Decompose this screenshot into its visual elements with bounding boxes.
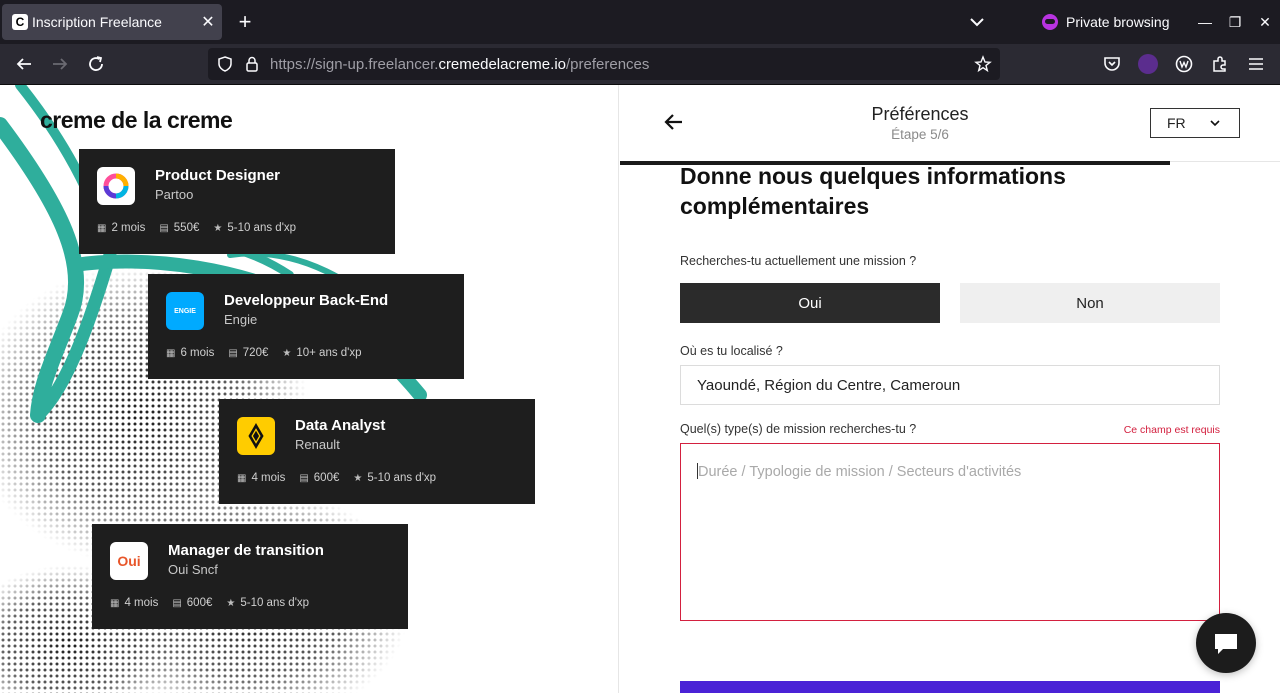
step-indicator: Étape 5/6 bbox=[891, 127, 949, 142]
mission-type-placeholder: Durée / Typologie de mission / Secteurs … bbox=[698, 464, 1022, 480]
card-company: Engie bbox=[224, 312, 258, 327]
card-meta: ▦ 4 mois ▤ 600€ ★ 5-10 ans d'xp bbox=[237, 472, 436, 484]
chevron-down-icon bbox=[1210, 120, 1220, 127]
star-icon: ★ bbox=[226, 597, 236, 609]
brand-logo[interactable]: creme de la creme bbox=[40, 107, 233, 134]
continue-button[interactable] bbox=[680, 681, 1220, 693]
chat-bubble-icon bbox=[1215, 634, 1237, 654]
hamburger-menu-icon[interactable] bbox=[1246, 54, 1266, 74]
browser-tab-bar: C Inscription Freelance ✕ + Private brow… bbox=[0, 0, 1280, 44]
card-rate: 600€ bbox=[313, 472, 340, 484]
mission-card: ENGIE Developpeur Back-End Engie ▦ 6 mois… bbox=[148, 274, 464, 379]
card-duration: 4 mois bbox=[124, 597, 159, 609]
card-duration: 6 mois bbox=[180, 347, 215, 359]
pocket-icon[interactable] bbox=[1102, 54, 1122, 74]
card-rate: 720€ bbox=[242, 347, 269, 359]
browser-nav-bar: https://sign-up.freelancer.cremedelacrem… bbox=[0, 44, 1280, 85]
private-browsing-indicator: Private browsing bbox=[1042, 12, 1170, 32]
calendar-icon: ▦ bbox=[166, 347, 176, 359]
mission-card: Product Designer Partoo ▦ 2 mois ▤ 550€ ★ 5… bbox=[79, 149, 395, 254]
tab-list-chevron-icon[interactable] bbox=[966, 12, 988, 32]
location-input[interactable]: Yaoundé, Région du Centre, Cameroun bbox=[680, 365, 1220, 405]
card-xp: 5-10 ans d'xp bbox=[227, 222, 297, 234]
renault-logo-icon bbox=[237, 417, 275, 455]
calendar-icon: ▦ bbox=[110, 597, 120, 609]
mission-card: Oui Manager de transition Oui Sncf ▦ 4 mo… bbox=[92, 524, 408, 629]
extension-purple-icon[interactable] bbox=[1138, 54, 1158, 74]
page-title: Préférences bbox=[871, 104, 969, 124]
showcase-panel: creme de la creme Product Designer Parto… bbox=[0, 85, 619, 693]
page-content: creme de la creme Product Designer Parto… bbox=[0, 85, 1280, 693]
private-browsing-label: Private browsing bbox=[1066, 14, 1170, 30]
yes-button[interactable]: Oui bbox=[680, 283, 940, 323]
forward-icon[interactable] bbox=[48, 52, 72, 76]
url-path: /preferences bbox=[566, 56, 650, 73]
site-favicon-icon: C bbox=[12, 14, 28, 30]
star-icon: ★ bbox=[353, 472, 363, 484]
card-company: Renault bbox=[295, 437, 340, 452]
url-host: cremedelacreme.io bbox=[438, 56, 566, 73]
star-icon: ★ bbox=[282, 347, 292, 359]
minimize-icon[interactable]: — bbox=[1193, 10, 1217, 34]
language-value: FR bbox=[1167, 115, 1186, 131]
oui-sncf-logo-icon: Oui bbox=[110, 542, 148, 580]
shield-icon[interactable] bbox=[216, 55, 234, 73]
card-title: Developpeur Back-End bbox=[224, 292, 389, 309]
card-title: Product Designer bbox=[155, 167, 281, 184]
lock-icon[interactable] bbox=[244, 55, 260, 73]
private-mask-icon bbox=[1042, 14, 1058, 30]
browser-tab[interactable]: C Inscription Freelance ✕ bbox=[2, 4, 222, 40]
language-select[interactable]: FR bbox=[1150, 108, 1240, 138]
preferences-form-panel: Préférences Étape 5/6 FR Donne nous quel… bbox=[620, 85, 1280, 693]
card-xp: 10+ ans d'xp bbox=[296, 347, 362, 359]
card-xp: 5-10 ans d'xp bbox=[367, 472, 437, 484]
form-heading: Donne nous quelques informations complém… bbox=[680, 163, 1066, 219]
close-tab-icon[interactable]: ✕ bbox=[194, 12, 222, 32]
card-company: Oui Sncf bbox=[168, 562, 218, 577]
card-title: Data Analyst bbox=[295, 417, 386, 434]
back-icon[interactable] bbox=[12, 52, 36, 76]
card-meta: ▦ 4 mois ▤ 600€ ★ 5-10 ans d'xp bbox=[110, 597, 309, 609]
rate-icon: ▤ bbox=[228, 347, 238, 359]
window-close-icon[interactable]: ✕ bbox=[1253, 10, 1277, 34]
card-title: Manager de transition bbox=[168, 542, 324, 559]
required-error-message: Ce champ est requis bbox=[1123, 424, 1220, 436]
calendar-icon: ▦ bbox=[97, 222, 107, 234]
reload-icon[interactable] bbox=[84, 52, 108, 76]
tab-title: Inscription Freelance bbox=[32, 14, 162, 30]
url-bar[interactable]: https://sign-up.freelancer.cremedelacrem… bbox=[208, 48, 1000, 80]
card-rate: 550€ bbox=[173, 222, 200, 234]
new-tab-icon[interactable]: + bbox=[234, 8, 256, 36]
bookmark-star-icon[interactable] bbox=[974, 55, 992, 73]
location-label: Où es tu localisé ? bbox=[680, 344, 783, 358]
card-company: Partoo bbox=[155, 187, 194, 202]
card-meta: ▦ 6 mois ▤ 720€ ★ 10+ ans d'xp bbox=[166, 347, 362, 359]
star-icon: ★ bbox=[213, 222, 223, 234]
no-button[interactable]: Non bbox=[960, 283, 1220, 323]
card-duration: 2 mois bbox=[111, 222, 146, 234]
mission-type-textarea[interactable]: Durée / Typologie de mission / Secteurs … bbox=[680, 443, 1220, 621]
calendar-icon: ▦ bbox=[237, 472, 247, 484]
extensions-puzzle-icon[interactable] bbox=[1210, 54, 1230, 74]
partoo-logo-icon bbox=[97, 167, 135, 205]
chat-widget-button[interactable] bbox=[1196, 613, 1256, 673]
restore-icon[interactable]: ❐ bbox=[1223, 10, 1247, 34]
card-duration: 4 mois bbox=[251, 472, 286, 484]
url-text[interactable]: https://sign-up.freelancer.cremedelacrem… bbox=[270, 56, 649, 73]
mission-card: Data Analyst Renault ▦ 4 mois ▤ 600€ ★ 5-10… bbox=[219, 399, 535, 504]
mission-type-label: Quel(s) type(s) de mission recherches-tu… bbox=[680, 422, 917, 436]
url-prefix: https://sign-up.freelancer. bbox=[270, 56, 439, 73]
mission-question-label: Recherches-tu actuellement une mission ? bbox=[680, 254, 917, 268]
extension-w-icon[interactable] bbox=[1174, 54, 1194, 74]
rate-icon: ▤ bbox=[172, 597, 182, 609]
rate-icon: ▤ bbox=[159, 222, 169, 234]
card-xp: 5-10 ans d'xp bbox=[240, 597, 310, 609]
rate-icon: ▤ bbox=[299, 472, 309, 484]
card-rate: 600€ bbox=[186, 597, 213, 609]
engie-logo-icon: ENGIE bbox=[166, 292, 204, 330]
card-meta: ▦ 2 mois ▤ 550€ ★ 5-10 ans d'xp bbox=[97, 222, 296, 234]
